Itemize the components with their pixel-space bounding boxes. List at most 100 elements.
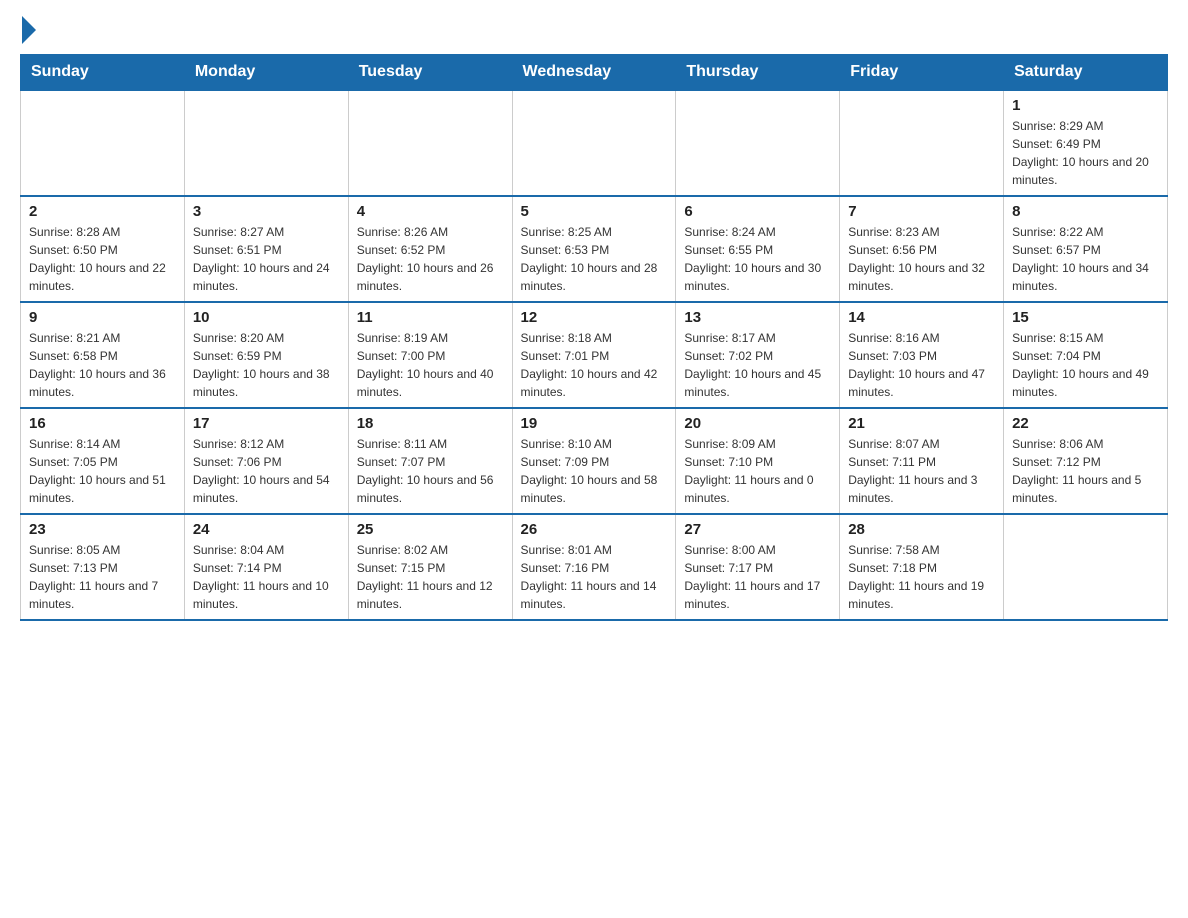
calendar-cell: 9 Sunrise: 8:21 AM Sunset: 6:58 PM Daylig… xyxy=(21,302,185,408)
day-number: 15 xyxy=(1012,309,1159,326)
calendar-cell: 5 Sunrise: 8:25 AM Sunset: 6:53 PM Daylig… xyxy=(512,196,676,302)
calendar-cell: 1 Sunrise: 8:29 AM Sunset: 6:49 PM Daylig… xyxy=(1004,90,1168,196)
day-number: 7 xyxy=(848,203,995,220)
calendar-cell: 26 Sunrise: 8:01 AM Sunset: 7:16 PM Dayli… xyxy=(512,514,676,620)
day-number: 12 xyxy=(521,309,668,326)
calendar-cell: 13 Sunrise: 8:17 AM Sunset: 7:02 PM Dayli… xyxy=(676,302,840,408)
calendar-cell xyxy=(1004,514,1168,620)
day-number: 10 xyxy=(193,309,340,326)
col-header-tuesday: Tuesday xyxy=(348,55,512,91)
day-number: 5 xyxy=(521,203,668,220)
calendar-cell: 11 Sunrise: 8:19 AM Sunset: 7:00 PM Dayli… xyxy=(348,302,512,408)
calendar-week-row: 1 Sunrise: 8:29 AM Sunset: 6:49 PM Daylig… xyxy=(21,90,1168,196)
calendar-cell: 27 Sunrise: 8:00 AM Sunset: 7:17 PM Dayli… xyxy=(676,514,840,620)
day-info: Sunrise: 8:22 AM Sunset: 6:57 PM Dayligh… xyxy=(1012,223,1159,295)
calendar-cell: 20 Sunrise: 8:09 AM Sunset: 7:10 PM Dayli… xyxy=(676,408,840,514)
calendar-cell xyxy=(348,90,512,196)
day-info: Sunrise: 8:21 AM Sunset: 6:58 PM Dayligh… xyxy=(29,329,176,401)
day-number: 16 xyxy=(29,415,176,432)
day-number: 11 xyxy=(357,309,504,326)
day-info: Sunrise: 8:04 AM Sunset: 7:14 PM Dayligh… xyxy=(193,541,340,613)
col-header-sunday: Sunday xyxy=(21,55,185,91)
day-number: 21 xyxy=(848,415,995,432)
calendar-cell: 21 Sunrise: 8:07 AM Sunset: 7:11 PM Dayli… xyxy=(840,408,1004,514)
calendar-cell xyxy=(184,90,348,196)
day-info: Sunrise: 8:11 AM Sunset: 7:07 PM Dayligh… xyxy=(357,435,504,507)
day-info: Sunrise: 8:01 AM Sunset: 7:16 PM Dayligh… xyxy=(521,541,668,613)
day-info: Sunrise: 8:20 AM Sunset: 6:59 PM Dayligh… xyxy=(193,329,340,401)
calendar-week-row: 2 Sunrise: 8:28 AM Sunset: 6:50 PM Daylig… xyxy=(21,196,1168,302)
calendar-week-row: 16 Sunrise: 8:14 AM Sunset: 7:05 PM Dayli… xyxy=(21,408,1168,514)
calendar-cell xyxy=(512,90,676,196)
day-info: Sunrise: 7:58 AM Sunset: 7:18 PM Dayligh… xyxy=(848,541,995,613)
day-info: Sunrise: 8:28 AM Sunset: 6:50 PM Dayligh… xyxy=(29,223,176,295)
day-info: Sunrise: 8:19 AM Sunset: 7:00 PM Dayligh… xyxy=(357,329,504,401)
day-number: 9 xyxy=(29,309,176,326)
day-number: 25 xyxy=(357,521,504,538)
day-number: 24 xyxy=(193,521,340,538)
calendar-cell: 17 Sunrise: 8:12 AM Sunset: 7:06 PM Dayli… xyxy=(184,408,348,514)
day-info: Sunrise: 8:24 AM Sunset: 6:55 PM Dayligh… xyxy=(684,223,831,295)
day-number: 4 xyxy=(357,203,504,220)
day-number: 26 xyxy=(521,521,668,538)
calendar-cell: 23 Sunrise: 8:05 AM Sunset: 7:13 PM Dayli… xyxy=(21,514,185,620)
col-header-thursday: Thursday xyxy=(676,55,840,91)
calendar-cell: 3 Sunrise: 8:27 AM Sunset: 6:51 PM Daylig… xyxy=(184,196,348,302)
day-number: 23 xyxy=(29,521,176,538)
calendar-cell: 10 Sunrise: 8:20 AM Sunset: 6:59 PM Dayli… xyxy=(184,302,348,408)
day-number: 6 xyxy=(684,203,831,220)
day-info: Sunrise: 8:16 AM Sunset: 7:03 PM Dayligh… xyxy=(848,329,995,401)
page-header xyxy=(20,20,1168,44)
day-info: Sunrise: 8:00 AM Sunset: 7:17 PM Dayligh… xyxy=(684,541,831,613)
calendar-header-row: SundayMondayTuesdayWednesdayThursdayFrid… xyxy=(21,55,1168,91)
calendar-cell: 8 Sunrise: 8:22 AM Sunset: 6:57 PM Daylig… xyxy=(1004,196,1168,302)
calendar-cell xyxy=(676,90,840,196)
day-number: 8 xyxy=(1012,203,1159,220)
calendar-cell xyxy=(840,90,1004,196)
calendar-cell: 28 Sunrise: 7:58 AM Sunset: 7:18 PM Dayli… xyxy=(840,514,1004,620)
calendar-cell: 24 Sunrise: 8:04 AM Sunset: 7:14 PM Dayli… xyxy=(184,514,348,620)
day-number: 3 xyxy=(193,203,340,220)
col-header-friday: Friday xyxy=(840,55,1004,91)
day-info: Sunrise: 8:18 AM Sunset: 7:01 PM Dayligh… xyxy=(521,329,668,401)
col-header-wednesday: Wednesday xyxy=(512,55,676,91)
day-number: 27 xyxy=(684,521,831,538)
day-number: 1 xyxy=(1012,97,1159,114)
day-info: Sunrise: 8:05 AM Sunset: 7:13 PM Dayligh… xyxy=(29,541,176,613)
calendar-table: SundayMondayTuesdayWednesdayThursdayFrid… xyxy=(20,54,1168,621)
col-header-monday: Monday xyxy=(184,55,348,91)
day-info: Sunrise: 8:06 AM Sunset: 7:12 PM Dayligh… xyxy=(1012,435,1159,507)
day-number: 28 xyxy=(848,521,995,538)
day-number: 22 xyxy=(1012,415,1159,432)
logo xyxy=(20,20,36,44)
calendar-cell: 12 Sunrise: 8:18 AM Sunset: 7:01 PM Dayli… xyxy=(512,302,676,408)
day-info: Sunrise: 8:02 AM Sunset: 7:15 PM Dayligh… xyxy=(357,541,504,613)
day-number: 19 xyxy=(521,415,668,432)
calendar-cell: 25 Sunrise: 8:02 AM Sunset: 7:15 PM Dayli… xyxy=(348,514,512,620)
day-info: Sunrise: 8:26 AM Sunset: 6:52 PM Dayligh… xyxy=(357,223,504,295)
calendar-cell: 15 Sunrise: 8:15 AM Sunset: 7:04 PM Dayli… xyxy=(1004,302,1168,408)
day-info: Sunrise: 8:07 AM Sunset: 7:11 PM Dayligh… xyxy=(848,435,995,507)
day-info: Sunrise: 8:25 AM Sunset: 6:53 PM Dayligh… xyxy=(521,223,668,295)
calendar-cell: 18 Sunrise: 8:11 AM Sunset: 7:07 PM Dayli… xyxy=(348,408,512,514)
day-number: 18 xyxy=(357,415,504,432)
day-info: Sunrise: 8:14 AM Sunset: 7:05 PM Dayligh… xyxy=(29,435,176,507)
day-info: Sunrise: 8:29 AM Sunset: 6:49 PM Dayligh… xyxy=(1012,117,1159,189)
day-number: 20 xyxy=(684,415,831,432)
col-header-saturday: Saturday xyxy=(1004,55,1168,91)
calendar-cell: 19 Sunrise: 8:10 AM Sunset: 7:09 PM Dayli… xyxy=(512,408,676,514)
day-info: Sunrise: 8:09 AM Sunset: 7:10 PM Dayligh… xyxy=(684,435,831,507)
calendar-week-row: 23 Sunrise: 8:05 AM Sunset: 7:13 PM Dayli… xyxy=(21,514,1168,620)
day-info: Sunrise: 8:27 AM Sunset: 6:51 PM Dayligh… xyxy=(193,223,340,295)
day-number: 14 xyxy=(848,309,995,326)
calendar-cell: 4 Sunrise: 8:26 AM Sunset: 6:52 PM Daylig… xyxy=(348,196,512,302)
day-info: Sunrise: 8:17 AM Sunset: 7:02 PM Dayligh… xyxy=(684,329,831,401)
day-info: Sunrise: 8:15 AM Sunset: 7:04 PM Dayligh… xyxy=(1012,329,1159,401)
day-number: 17 xyxy=(193,415,340,432)
day-info: Sunrise: 8:12 AM Sunset: 7:06 PM Dayligh… xyxy=(193,435,340,507)
calendar-cell: 2 Sunrise: 8:28 AM Sunset: 6:50 PM Daylig… xyxy=(21,196,185,302)
day-number: 13 xyxy=(684,309,831,326)
calendar-cell xyxy=(21,90,185,196)
day-info: Sunrise: 8:10 AM Sunset: 7:09 PM Dayligh… xyxy=(521,435,668,507)
day-number: 2 xyxy=(29,203,176,220)
